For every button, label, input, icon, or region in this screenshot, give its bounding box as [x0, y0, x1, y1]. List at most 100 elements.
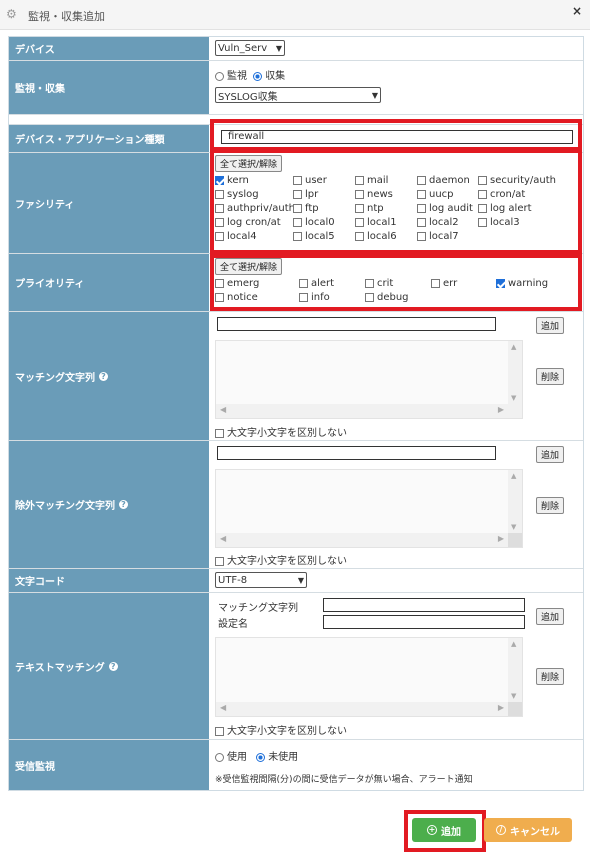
- device-row: デバイス Vuln_Serv ▼: [9, 37, 583, 61]
- recv-monitor-row: 受信監視 使用 未使用 ※受信監視間隔(分)の間に受信データが無い場合、アラート…: [9, 740, 583, 790]
- chevron-down-icon: ▼: [275, 43, 282, 53]
- text-matching-textarea[interactable]: ▲ ▼ ◀ ▶: [215, 637, 523, 717]
- highlight-box: [210, 119, 582, 151]
- scroll-down-icon[interactable]: ▼: [511, 523, 516, 531]
- scroll-corner: [508, 533, 522, 547]
- app-type-row: デバイス・アプリケーション種類 firewall: [9, 119, 583, 153]
- scroll-right-icon[interactable]: ▶: [498, 405, 504, 414]
- exclude-case-option[interactable]: 大文字小文字を区別しない: [215, 552, 347, 567]
- text-matching-add-button[interactable]: 追加: [536, 608, 565, 625]
- chevron-down-icon: ▼: [371, 90, 378, 100]
- highlight-box: [210, 149, 582, 254]
- vertical-scrollbar[interactable]: ▲ ▼: [508, 341, 522, 404]
- title-bar: ⚙ 監視・収集追加 ×: [0, 0, 590, 30]
- radio-monitor[interactable]: [215, 71, 224, 81]
- help-icon[interactable]: ?: [99, 371, 108, 381]
- scroll-down-icon[interactable]: ▼: [511, 692, 516, 700]
- add-button[interactable]: + 追加: [412, 818, 476, 842]
- text-matching-case-label: 大文字小文字を区別しない: [227, 726, 347, 737]
- radio-not-use-label: 未使用: [268, 752, 299, 763]
- collect-type-select[interactable]: SYSLOG収集 ▼: [215, 87, 381, 103]
- facility-label: ファシリティ: [9, 153, 209, 253]
- horizontal-scrollbar[interactable]: ◀ ▶: [216, 404, 522, 418]
- horizontal-scrollbar[interactable]: ◀ ▶: [216, 533, 522, 547]
- horizontal-scrollbar[interactable]: ◀ ▶: [216, 702, 522, 716]
- scroll-right-icon[interactable]: ▶: [498, 534, 504, 543]
- text-matching-case-checkbox[interactable]: [215, 726, 224, 736]
- exclude-case-label: 大文字小文字を区別しない: [227, 556, 347, 567]
- window-title: 監視・収集追加: [28, 10, 105, 23]
- help-icon[interactable]: ?: [108, 661, 118, 671]
- text-matching-field1-input[interactable]: [323, 598, 525, 612]
- radio-use-label: 使用: [227, 752, 247, 763]
- vertical-scrollbar[interactable]: ▲ ▼: [508, 470, 522, 533]
- radio-collect[interactable]: [253, 71, 263, 81]
- device-select[interactable]: Vuln_Serv ▼: [215, 40, 285, 56]
- matching-case-label: 大文字小文字を区別しない: [227, 428, 347, 439]
- radio-monitor-label: 監視: [227, 71, 247, 82]
- exclude-delete-button[interactable]: 削除: [536, 497, 565, 514]
- matching-delete-button[interactable]: 削除: [536, 368, 565, 385]
- matching-textarea[interactable]: ▲ ▼ ◀ ▶: [215, 340, 523, 419]
- matching-case-option[interactable]: 大文字小文字を区別しない: [215, 424, 347, 439]
- help-icon[interactable]: ?: [119, 500, 128, 509]
- matching-label-text: マッチング文字列: [15, 372, 95, 384]
- charset-row: 文字コード UTF-8 ▼: [9, 569, 583, 593]
- scroll-left-icon[interactable]: ◀: [220, 405, 226, 414]
- text-matching-field2-input[interactable]: [323, 615, 525, 629]
- priority-label: プライオリティ: [9, 254, 209, 311]
- recv-monitor-note: ※受信監視間隔(分)の間に受信データが無い場合、アラート通知: [215, 775, 473, 785]
- exclude-case-checkbox[interactable]: [215, 556, 224, 566]
- app-type-label: デバイス・アプリケーション種類: [9, 125, 209, 152]
- text-matching-label-text: テキストマッチング: [15, 662, 105, 674]
- exclude-row: 除外マッチング文字列 ? 追加 ▲ ▼ ◀ ▶ 削除 大文字小文字を区別しない: [9, 441, 583, 569]
- mode-row: 監視・収集 監視 収集 SYSLOG収集 ▼: [9, 61, 583, 115]
- text-matching-delete-button[interactable]: 削除: [536, 668, 565, 685]
- close-button[interactable]: ×: [572, 4, 582, 18]
- matching-add-button[interactable]: 追加: [536, 317, 565, 334]
- charset-label: 文字コード: [9, 569, 209, 592]
- chevron-down-icon: ▼: [297, 575, 304, 585]
- scroll-down-icon[interactable]: ▼: [511, 394, 516, 402]
- vertical-scrollbar[interactable]: ▲ ▼: [508, 638, 522, 702]
- collect-type-value: SYSLOG収集: [218, 91, 278, 103]
- scroll-right-icon[interactable]: ▶: [498, 703, 504, 712]
- text-matching-row: テキストマッチング ? マッチング文字列 設定名 追加 ▲ ▼ ◀ ▶ 削除 大文字…: [9, 593, 583, 740]
- exclude-label: 除外マッチング文字列 ?: [9, 441, 209, 568]
- device-label: デバイス: [9, 37, 209, 60]
- matching-input[interactable]: [217, 317, 496, 331]
- plus-circle-icon: +: [427, 825, 437, 835]
- highlight-box: [210, 254, 582, 311]
- add-button-label: 追加: [441, 826, 461, 838]
- priority-row: プライオリティ 全て選択/解除 emerg alert crit err warning…: [9, 254, 583, 312]
- radio-not-use[interactable]: [256, 752, 266, 762]
- scroll-left-icon[interactable]: ◀: [220, 534, 226, 543]
- gear-icon: ⚙: [6, 7, 17, 21]
- text-matching-field1-label: マッチング文字列: [218, 603, 298, 614]
- scroll-up-icon[interactable]: ▲: [511, 640, 516, 648]
- exclude-add-button[interactable]: 追加: [536, 446, 565, 463]
- radio-collect-label: 収集: [265, 71, 286, 82]
- matching-case-checkbox[interactable]: [215, 428, 224, 438]
- scroll-up-icon[interactable]: ▲: [511, 472, 516, 480]
- cancel-button-label: キャンセル: [510, 826, 560, 838]
- matching-label: マッチング文字列 ?: [9, 312, 209, 440]
- cancel-button[interactable]: / キャンセル: [484, 818, 572, 842]
- matching-row: マッチング文字列 ? 追加 ▲ ▼ ◀ ▶ 削除 大文字小文字を区別しない: [9, 312, 583, 441]
- scroll-left-icon[interactable]: ◀: [220, 703, 226, 712]
- recv-monitor-label: 受信監視: [9, 740, 209, 790]
- facility-checkbox[interactable]: [215, 175, 224, 185]
- exclude-label-text: 除外マッチング文字列: [15, 501, 115, 512]
- exclude-input[interactable]: [217, 446, 496, 460]
- device-select-value: Vuln_Serv: [218, 42, 268, 54]
- priority-checkbox[interactable]: [496, 278, 505, 288]
- text-matching-field2-label: 設定名: [218, 619, 248, 630]
- facility-row: ファシリティ 全て選択/解除 kern user mail daemon securit…: [9, 149, 583, 254]
- radio-use[interactable]: [215, 752, 224, 762]
- monitor-form: デバイス Vuln_Serv ▼ 監視・収集 監視 収集 SYSLOG収集 ▼ …: [8, 36, 584, 791]
- exclude-textarea[interactable]: ▲ ▼ ◀ ▶: [215, 469, 523, 548]
- text-matching-case-option[interactable]: 大文字小文字を区別しない: [215, 722, 347, 737]
- scroll-up-icon[interactable]: ▲: [511, 343, 516, 351]
- charset-select[interactable]: UTF-8 ▼: [215, 572, 307, 588]
- text-matching-label: テキストマッチング ?: [9, 593, 209, 739]
